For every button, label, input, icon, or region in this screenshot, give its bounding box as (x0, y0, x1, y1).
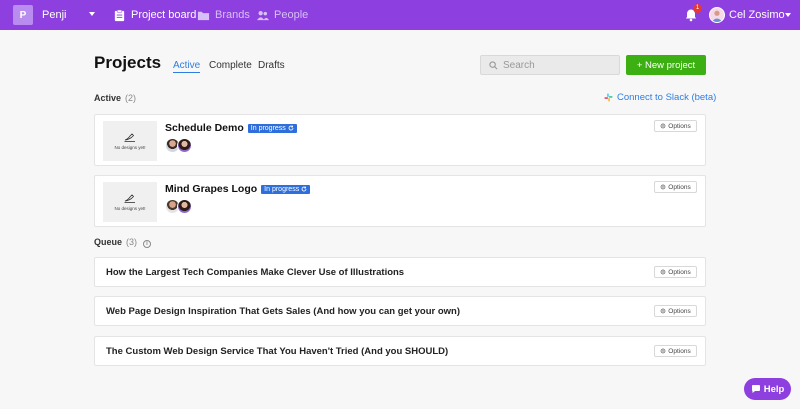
clipboard-icon (114, 9, 125, 21)
workspace-name[interactable]: Penji (42, 9, 66, 21)
user-name[interactable]: Cel Zosimo (729, 9, 785, 21)
project-title[interactable]: Mind Grapes Logo (165, 183, 257, 195)
thumbnail-placeholder-text: No designs yet! (114, 206, 146, 211)
nav-item-project-board[interactable]: Project board (113, 7, 196, 23)
project-title-row: Schedule Demo In progress (165, 122, 297, 134)
top-nav-bar: P Penji Project board Brands People 1 Ce… (0, 0, 800, 30)
workspace-avatar[interactable]: P (13, 5, 33, 25)
options-button[interactable]: Options (654, 181, 697, 193)
pencil-sketch-icon (124, 194, 135, 203)
project-title-row: Mind Grapes Logo In progress (165, 183, 311, 195)
assignee-avatars (165, 199, 192, 214)
avatar[interactable] (177, 199, 192, 214)
status-badge: In progress (247, 123, 297, 133)
tab-complete[interactable]: Complete (209, 60, 252, 71)
active-section-header: Active (2) (94, 93, 136, 103)
project-thumbnail[interactable]: No designs yet! (103, 121, 157, 161)
nav-item-label: People (274, 9, 309, 21)
queue-project-card[interactable]: Web Page Design Inspiration That Gets Sa… (94, 296, 706, 326)
project-title[interactable]: How the Largest Tech Companies Make Clev… (106, 267, 404, 278)
queue-project-card[interactable]: How the Largest Tech Companies Make Clev… (94, 257, 706, 287)
assignee-avatars (165, 138, 192, 153)
project-title[interactable]: Web Page Design Inspiration That Gets Sa… (106, 306, 460, 317)
connect-slack-link[interactable]: Connect to Slack (beta) (604, 92, 716, 103)
gear-icon (660, 308, 666, 314)
section-count: (2) (125, 93, 137, 103)
gear-icon (660, 184, 666, 190)
avatar-image (711, 10, 723, 22)
queue-project-card[interactable]: The Custom Web Design Service That You H… (94, 336, 706, 366)
slack-icon (604, 93, 613, 102)
status-label: In progress (264, 185, 300, 193)
project-title[interactable]: Schedule Demo (165, 122, 244, 134)
search-input[interactable] (503, 58, 613, 72)
options-label: Options (668, 347, 691, 355)
user-avatar[interactable] (709, 7, 725, 23)
section-count: (3) (126, 237, 138, 247)
queue-section-header: Queue (3) i (94, 237, 152, 248)
options-label: Options (668, 268, 691, 276)
help-label: Help (763, 383, 785, 395)
search-box (480, 55, 620, 75)
status-badge: In progress (261, 184, 311, 194)
project-thumbnail[interactable]: No designs yet! (103, 182, 157, 222)
tab-active[interactable]: Active (173, 60, 201, 73)
active-project-card[interactable]: No designs yet! Schedule Demo In progres… (94, 114, 706, 166)
thumbnail-placeholder-text: No designs yet! (114, 145, 146, 150)
folder-icon (197, 11, 210, 20)
page-title: Projects (94, 53, 162, 72)
pencil-sketch-icon (124, 133, 135, 142)
help-button[interactable]: Help (744, 378, 791, 400)
info-icon[interactable]: i (143, 240, 152, 248)
project-title[interactable]: The Custom Web Design Service That You H… (106, 346, 448, 357)
search-icon (489, 61, 498, 70)
gear-icon (660, 348, 666, 354)
options-button[interactable]: Options (654, 305, 697, 317)
slack-link-label: Connect to Slack (beta) (617, 92, 717, 103)
options-label: Options (668, 122, 691, 130)
status-label: In progress (250, 124, 286, 132)
options-button[interactable]: Options (654, 120, 697, 132)
options-label: Options (668, 307, 691, 315)
options-button[interactable]: Options (654, 266, 697, 278)
notification-badge: 1 (693, 4, 702, 13)
gear-icon (660, 269, 666, 275)
options-label: Options (668, 183, 691, 191)
active-project-card[interactable]: No designs yet! Mind Grapes Logo In prog… (94, 175, 706, 227)
gear-icon (660, 123, 666, 129)
section-title: Active (94, 93, 122, 103)
nav-item-label: Project board (131, 9, 197, 21)
nav-item-brands[interactable]: Brands (197, 7, 250, 23)
section-title: Queue (94, 237, 123, 247)
refresh-icon (288, 125, 294, 131)
nav-item-people[interactable]: People (256, 7, 308, 23)
options-button[interactable]: Options (654, 345, 697, 357)
chevron-down-icon[interactable] (89, 12, 95, 16)
avatar[interactable] (177, 138, 192, 153)
people-icon (256, 10, 269, 20)
new-project-button[interactable]: + New project (626, 55, 706, 75)
chevron-down-icon[interactable] (785, 13, 791, 17)
nav-item-label: Brands (215, 9, 250, 21)
refresh-icon (301, 186, 307, 192)
tab-drafts[interactable]: Drafts (258, 60, 285, 71)
chat-bubble-icon (751, 385, 760, 393)
